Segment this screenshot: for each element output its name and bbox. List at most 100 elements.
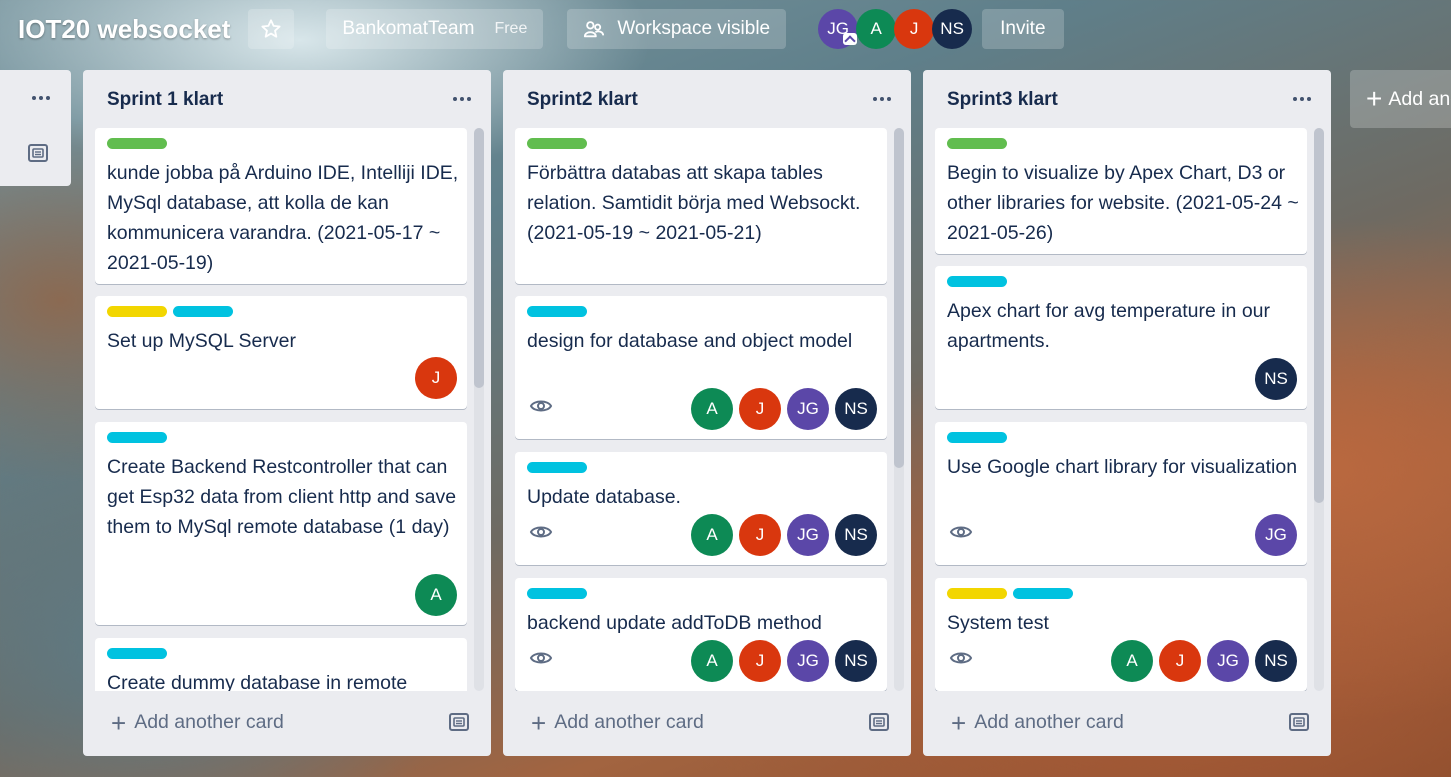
card-labels <box>947 432 1007 443</box>
member-avatar-jg[interactable]: JG <box>787 514 829 556</box>
workspace-visibility-icon <box>584 21 605 38</box>
card-template-icon[interactable] <box>869 713 889 731</box>
card[interactable]: Förbättra databas att skapa tables relat… <box>515 128 887 284</box>
card-labels <box>107 306 233 317</box>
list-menu-icon[interactable] <box>873 97 891 101</box>
card-template-icon[interactable] <box>449 713 469 731</box>
plan-badge: Free <box>494 20 528 37</box>
card-title: Update database. <box>527 486 681 508</box>
member-avatar-a[interactable]: A <box>691 388 733 430</box>
card[interactable]: kunde jobba på Arduino IDE, Intelliji ID… <box>95 128 467 284</box>
list-title[interactable]: Sprint2 klart <box>527 89 638 111</box>
team-button[interactable]: BankomatTeam Free <box>326 9 544 49</box>
invite-button[interactable]: Invite <box>982 9 1064 49</box>
member-avatar-j[interactable]: J <box>415 357 457 399</box>
member-avatar-a[interactable]: A <box>856 9 897 49</box>
member-avatar-j[interactable]: J <box>739 640 781 682</box>
member-avatar-ns[interactable]: NS <box>835 640 877 682</box>
collapsed-list[interactable] <box>0 70 71 186</box>
scrollbar-thumb[interactable] <box>1314 128 1324 503</box>
member-avatar-jg[interactable]: JG <box>787 388 829 430</box>
member-avatar-jg[interactable]: JG <box>1207 640 1249 682</box>
card[interactable]: design for database and object model A J… <box>515 296 887 439</box>
card[interactable]: Create dummy database in remote <box>95 638 467 691</box>
list-menu-icon[interactable] <box>453 97 471 101</box>
list-title[interactable]: Sprint 1 klart <box>107 89 223 111</box>
watch-eye-icon <box>949 520 973 544</box>
member-avatar-jg[interactable]: JG <box>787 640 829 682</box>
watch-eye-icon <box>529 394 553 418</box>
card[interactable]: System test A J JG NS <box>935 578 1307 691</box>
watch-eye-icon <box>529 646 553 670</box>
add-list-button[interactable]: + Add another list <box>1350 70 1451 128</box>
add-card-button[interactable]: + Add another card <box>531 707 704 738</box>
card[interactable]: Update database. A J JG NS <box>515 452 887 565</box>
member-avatar-a[interactable]: A <box>691 640 733 682</box>
member-avatar-jg[interactable]: JG <box>818 9 859 49</box>
member-avatar-jg[interactable]: JG <box>1255 514 1297 556</box>
plus-icon: + <box>951 707 967 738</box>
member-avatar-ns[interactable]: NS <box>1255 358 1297 400</box>
add-card-button[interactable]: + Add another card <box>111 710 284 736</box>
card-members: A <box>415 574 457 616</box>
card[interactable]: Create Backend Restcontroller that can g… <box>95 422 467 625</box>
card-labels <box>947 276 1007 287</box>
list-title[interactable]: Sprint3 klart <box>947 89 1058 111</box>
member-avatar-a[interactable]: A <box>415 574 457 616</box>
member-avatar-j[interactable]: J <box>739 388 781 430</box>
member-avatar-ns[interactable]: NS <box>835 388 877 430</box>
member-avatar-j[interactable]: J <box>739 514 781 556</box>
card-title: kunde jobba på Arduino IDE, Intelliji ID… <box>107 162 459 274</box>
label-green <box>107 138 167 149</box>
card-template-icon[interactable] <box>1289 713 1309 731</box>
card-title: Apex chart for avg temperature in our ap… <box>947 300 1270 352</box>
scrollbar-thumb[interactable] <box>474 128 484 388</box>
star-button[interactable] <box>248 9 295 49</box>
plus-icon: + <box>531 707 547 738</box>
add-card-label: Add another card <box>974 711 1124 733</box>
plus-icon: + <box>1366 83 1383 114</box>
label-sky <box>527 462 587 473</box>
add-card-label: Add another card <box>554 711 704 733</box>
member-avatar-ns[interactable]: NS <box>1255 640 1297 682</box>
member-avatar-a[interactable]: A <box>1111 640 1153 682</box>
card-labels <box>947 138 1007 149</box>
card[interactable]: Use Google chart library for visualizati… <box>935 422 1307 565</box>
card[interactable]: Apex chart for avg temperature in our ap… <box>935 266 1307 409</box>
card-template-icon[interactable] <box>28 144 48 162</box>
card-members: J <box>415 357 457 399</box>
visibility-button[interactable]: Workspace visible <box>567 9 787 49</box>
card-title: Begin to visualize by Apex Chart, D3 or … <box>947 162 1299 244</box>
list-sprint-2: Sprint2 klart Förbättra databas att skap… <box>503 70 911 756</box>
label-sky <box>1013 588 1073 599</box>
member-avatar-j[interactable]: J <box>894 9 935 49</box>
member-avatar-j[interactable]: J <box>1159 640 1201 682</box>
list-menu-icon[interactable] <box>1293 97 1311 101</box>
member-avatar-ns[interactable]: NS <box>835 514 877 556</box>
member-avatar-ns[interactable]: NS <box>932 9 973 49</box>
list-menu-icon[interactable] <box>32 96 50 100</box>
label-sky <box>527 588 587 599</box>
card-labels <box>107 138 167 149</box>
card[interactable]: Begin to visualize by Apex Chart, D3 or … <box>935 128 1307 254</box>
scrollbar-thumb[interactable] <box>894 128 904 468</box>
card[interactable]: Set up MySQL Server J <box>95 296 467 409</box>
list-scrollbar[interactable] <box>894 128 904 691</box>
board-members: JG A J NS <box>818 9 973 49</box>
label-sky <box>947 432 1007 443</box>
card-labels <box>527 138 587 149</box>
label-yellow <box>947 588 1007 599</box>
list-scrollbar[interactable] <box>474 128 484 691</box>
board-title[interactable]: IOT20 websocket <box>18 14 248 45</box>
member-avatar-a[interactable]: A <box>691 514 733 556</box>
card-list: Begin to visualize by Apex Chart, D3 or … <box>935 128 1307 691</box>
list-sprint-1: Sprint 1 klart kunde jobba på Arduino ID… <box>83 70 491 756</box>
team-name: BankomatTeam <box>342 18 475 39</box>
card-members: A J JG NS <box>691 640 877 682</box>
card-title: backend update addToDB method <box>527 612 822 634</box>
card-labels <box>947 588 1073 599</box>
list-scrollbar[interactable] <box>1314 128 1324 691</box>
card[interactable]: backend update addToDB method A J JG NS <box>515 578 887 691</box>
add-list-label: Add another list <box>1388 87 1451 110</box>
add-card-button[interactable]: + Add another card <box>951 707 1124 738</box>
